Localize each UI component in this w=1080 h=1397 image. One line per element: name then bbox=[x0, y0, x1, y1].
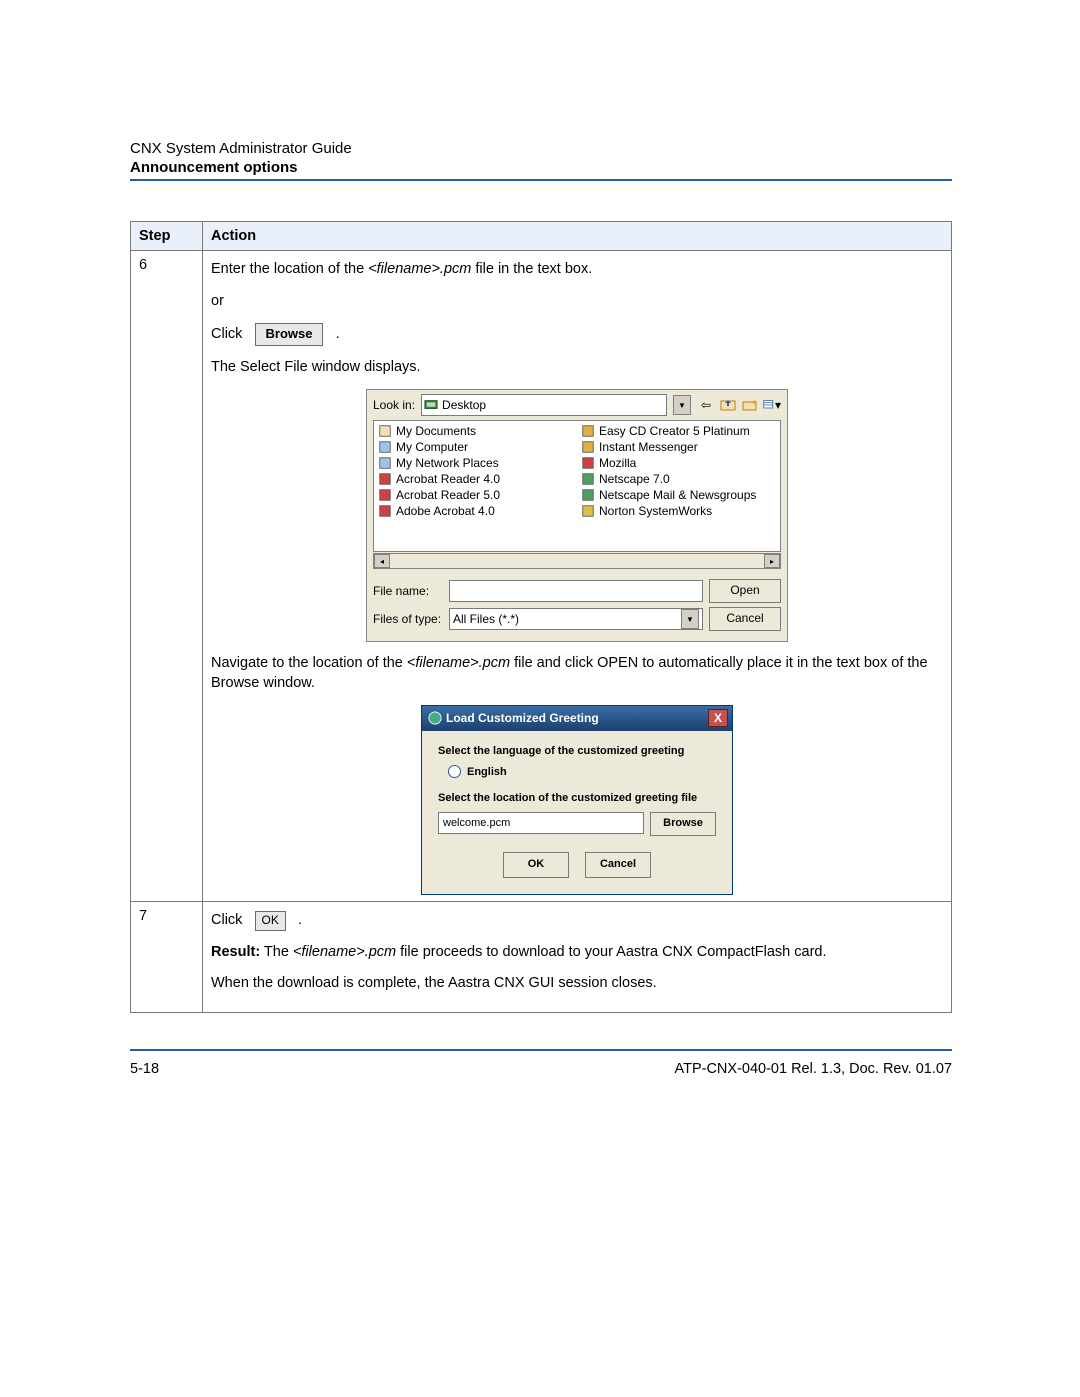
radio-icon bbox=[448, 765, 461, 778]
action-cell: Enter the location of the <filename>.pcm… bbox=[203, 251, 952, 902]
step-number: 6 bbox=[131, 251, 203, 902]
text: When the download is complete, the Aastr… bbox=[211, 974, 943, 994]
text-or: or bbox=[211, 292, 943, 312]
text: Click bbox=[211, 912, 242, 928]
text: Navigate to the location of the bbox=[211, 655, 407, 671]
text: . bbox=[298, 912, 302, 928]
col-header-action: Action bbox=[203, 222, 952, 251]
section-title: Announcement options bbox=[130, 159, 952, 181]
step-action-table: Step Action 6 Enter the location of the … bbox=[130, 221, 952, 1013]
text: The bbox=[260, 944, 293, 960]
dropdown-arrow-icon[interactable]: ▼ bbox=[673, 395, 691, 415]
result-label: Result: bbox=[211, 944, 260, 960]
look-in-label: Look in: bbox=[373, 398, 415, 412]
text: file in the text box. bbox=[471, 261, 592, 277]
up-folder-icon[interactable] bbox=[719, 396, 737, 414]
list-item[interactable]: My Documents bbox=[376, 423, 575, 439]
cancel-button[interactable]: Cancel bbox=[585, 852, 651, 878]
load-greeting-dialog: Load Customized Greeting X Select the la… bbox=[421, 705, 733, 895]
list-item[interactable]: My Network Places bbox=[376, 455, 575, 471]
file-name-label: File name: bbox=[373, 584, 443, 598]
list-item[interactable]: Mozilla bbox=[579, 455, 778, 471]
browse-button[interactable]: Browse bbox=[650, 812, 716, 836]
list-item[interactable]: Netscape Mail & Newsgroups bbox=[579, 487, 778, 503]
back-icon[interactable]: ⇦ bbox=[697, 396, 715, 414]
list-item[interactable]: Easy CD Creator 5 Platinum bbox=[579, 423, 778, 439]
text: . bbox=[336, 326, 340, 342]
footer-rule bbox=[130, 1049, 952, 1051]
new-folder-icon[interactable]: ✶ bbox=[741, 396, 759, 414]
svg-text:✶: ✶ bbox=[751, 398, 758, 407]
doc-id: ATP-CNX-040-01 Rel. 1.3, Doc. Rev. 01.07 bbox=[675, 1061, 953, 1077]
list-item[interactable]: Acrobat Reader 4.0 bbox=[376, 471, 575, 487]
horizontal-scrollbar[interactable]: ◂ ▸ bbox=[373, 553, 781, 569]
greeting-file-input[interactable]: welcome.pcm bbox=[438, 812, 644, 834]
cancel-button[interactable]: Cancel bbox=[709, 607, 781, 631]
ok-button[interactable]: OK bbox=[503, 852, 569, 878]
files-of-type-dropdown[interactable]: All Files (*.*) ▼ bbox=[449, 608, 703, 630]
dialog-icon bbox=[428, 711, 442, 725]
scroll-right-icon[interactable]: ▸ bbox=[764, 554, 780, 568]
page-number: 5-18 bbox=[130, 1061, 159, 1077]
location-header: Select the location of the customized gr… bbox=[438, 792, 716, 804]
step-number: 7 bbox=[131, 902, 203, 1013]
files-of-type-value: All Files (*.*) bbox=[453, 612, 519, 626]
list-item[interactable]: My Computer bbox=[376, 439, 575, 455]
view-menu-icon[interactable]: ▾ bbox=[763, 396, 781, 414]
table-row: 7 Click OK . Result: The <filename>.pcm … bbox=[131, 902, 952, 1013]
table-row: 6 Enter the location of the <filename>.p… bbox=[131, 251, 952, 902]
doc-title: CNX System Administrator Guide bbox=[130, 140, 952, 157]
list-item[interactable]: Netscape 7.0 bbox=[579, 471, 778, 487]
text: Click bbox=[211, 326, 242, 342]
filename-italic: <filename>.pcm bbox=[293, 944, 396, 960]
look-in-dropdown[interactable]: Desktop bbox=[421, 394, 667, 416]
list-item[interactable]: Norton SystemWorks bbox=[579, 503, 778, 519]
language-header: Select the language of the customized gr… bbox=[438, 745, 716, 757]
file-name-input[interactable] bbox=[449, 580, 703, 602]
file-list[interactable]: My DocumentsMy ComputerMy Network Places… bbox=[373, 420, 781, 552]
text: file proceeds to download to your Aastra… bbox=[396, 944, 826, 960]
filename-italic: <filename>.pcm bbox=[407, 655, 510, 671]
action-cell: Click OK . Result: The <filename>.pcm fi… bbox=[203, 902, 952, 1013]
dropdown-arrow-icon[interactable]: ▼ bbox=[681, 609, 699, 629]
files-of-type-label: Files of type: bbox=[373, 612, 443, 626]
look-in-value: Desktop bbox=[442, 398, 486, 412]
radio-english[interactable]: English bbox=[448, 765, 716, 778]
select-file-dialog: Look in: Desktop ▼ ⇦ ✶ ▾ bbox=[366, 389, 788, 642]
desktop-icon bbox=[424, 398, 438, 412]
close-icon[interactable]: X bbox=[708, 709, 728, 727]
text: The Select File window displays. bbox=[211, 358, 943, 378]
text: Enter the location of the bbox=[211, 261, 368, 277]
browse-button[interactable]: Browse bbox=[255, 323, 324, 346]
list-item[interactable]: Adobe Acrobat 4.0 bbox=[376, 503, 575, 519]
dialog-title: Load Customized Greeting bbox=[446, 711, 599, 725]
radio-label: English bbox=[467, 766, 507, 778]
open-button[interactable]: Open bbox=[709, 579, 781, 603]
scroll-left-icon[interactable]: ◂ bbox=[374, 554, 390, 568]
ok-button[interactable]: OK bbox=[255, 911, 286, 930]
filename-italic: <filename>.pcm bbox=[368, 261, 471, 277]
list-item[interactable]: Instant Messenger bbox=[579, 439, 778, 455]
col-header-step: Step bbox=[131, 222, 203, 251]
list-item[interactable]: Acrobat Reader 5.0 bbox=[376, 487, 575, 503]
